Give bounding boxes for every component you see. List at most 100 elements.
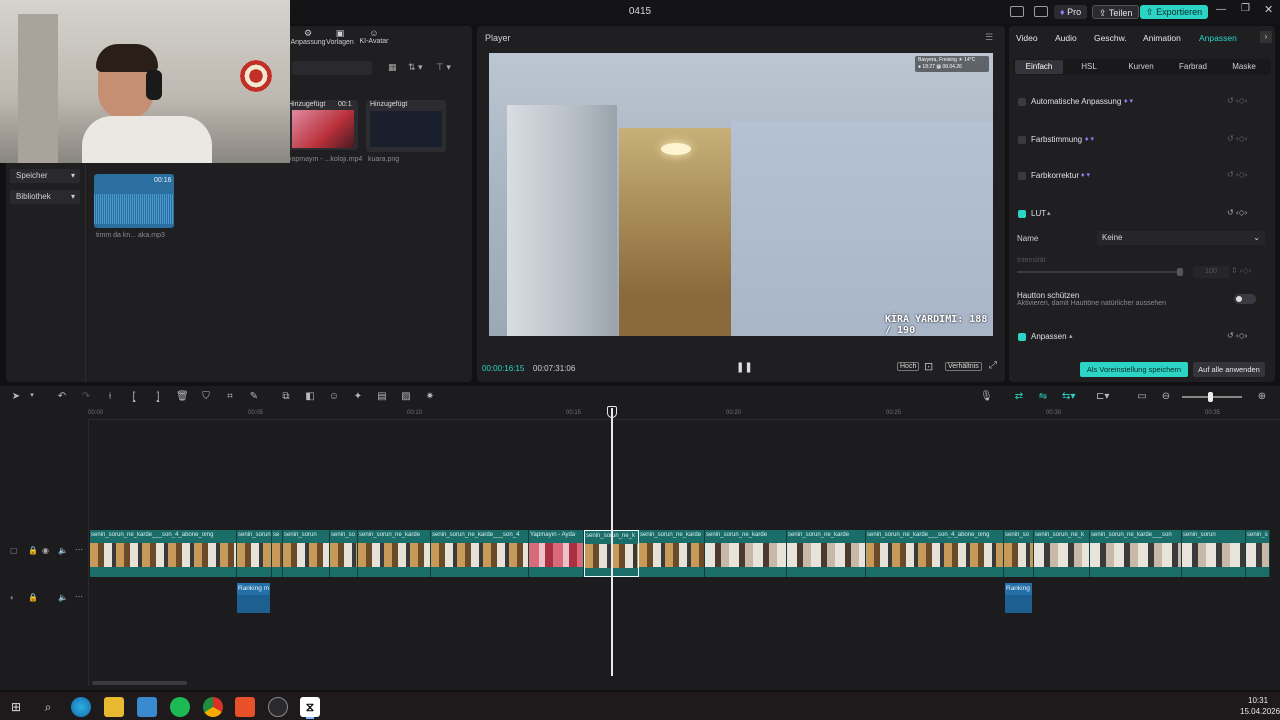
subtab-einfach[interactable]: Einfach — [1015, 60, 1063, 74]
section-color-mood[interactable]: Farbstimmung ♦ ▾ ↺ ‹◇› — [1009, 132, 1275, 148]
filter-icon[interactable]: ⊤ ▾ — [436, 62, 451, 73]
search-icon[interactable]: ⌕ — [38, 697, 58, 717]
timeline-clip[interactable]: senin_sorun — [283, 530, 330, 577]
split-left-icon[interactable]: ⦋ — [128, 391, 140, 402]
quality-button[interactable]: Hoch — [897, 362, 920, 371]
save-preset-button[interactable]: Als Voreinstellung speichern — [1080, 362, 1188, 377]
ratio-button[interactable]: Verhältnis — [945, 362, 982, 371]
section-adjust[interactable]: Anpassen ▴ ↺ ‹◇› — [1009, 329, 1275, 345]
tab-ki-avatar[interactable]: ☺ KI-Avatar — [356, 28, 392, 45]
split-icon[interactable]: ⟊ — [104, 391, 116, 402]
section-lut[interactable]: LUT ▴ ↺ ‹◇› — [1009, 206, 1275, 222]
zoom-out-icon[interactable]: ⊖ — [1160, 391, 1172, 402]
image-icon[interactable]: ▨ — [400, 391, 412, 402]
intensity-slider-handle[interactable] — [1177, 268, 1183, 276]
timeline-clip[interactable]: senin_sorun_ne_karde — [639, 530, 705, 577]
sidebar-item-speicher[interactable]: Speicher ▾ — [10, 169, 80, 183]
ai-icon[interactable]: ✷ — [424, 391, 436, 402]
checkbox-checked[interactable] — [1018, 333, 1026, 341]
close-icon[interactable]: ✕ — [1264, 3, 1273, 16]
select-tool-icon[interactable]: ➤ — [10, 391, 22, 402]
timeline-clip[interactable]: senin_sorun — [237, 530, 272, 577]
snap-icon[interactable]: ⇆▾ — [1062, 391, 1075, 402]
more-icon[interactable]: ⋯ — [75, 545, 83, 554]
playhead-handle[interactable] — [607, 406, 617, 418]
media-search-input[interactable] — [292, 61, 372, 75]
tab-animation[interactable]: Animation — [1143, 33, 1181, 43]
timeline-clip[interactable]: senin_sorun_ne_karde — [358, 530, 431, 577]
minimize-icon[interactable]: — — [1216, 4, 1226, 15]
focus-icon[interactable]: ⊡ — [924, 360, 933, 373]
mirror-icon[interactable]: ◧ — [304, 391, 316, 402]
grid-view-icon[interactable]: ▦ — [388, 62, 397, 73]
timeline-clip[interactable]: senin_sorun_ne_karde___son — [1090, 530, 1182, 577]
sort-icon[interactable]: ⇅ ▾ — [408, 62, 423, 73]
timeline-clip[interactable]: Yapmayın - Ayda — [529, 530, 584, 577]
tab-anpassen[interactable]: Anpassen — [1199, 33, 1237, 43]
media-item[interactable]: Hinzugefügt — [366, 100, 446, 152]
microphone-icon[interactable]: 🎙 — [980, 391, 993, 402]
timeline-clip[interactable]: senin_sorun_ne_karde — [705, 530, 787, 577]
reset-keyframe-icons[interactable]: ↺ ‹◇› — [1227, 208, 1247, 217]
speaker-icon[interactable]: 🔈 — [58, 593, 68, 602]
subtab-farbrad[interactable]: Farbrad — [1167, 60, 1219, 74]
subtab-maske[interactable]: Maske — [1219, 60, 1269, 74]
intensity-value[interactable]: 100 — [1193, 266, 1229, 278]
timeline-clip[interactable]: senin_sorun_ne_karde___son_4_abone_omg — [90, 530, 237, 577]
zoom-in-icon[interactable]: ⊕ — [1256, 391, 1268, 402]
timeline-clip[interactable]: senin_so — [330, 530, 358, 577]
split-right-icon[interactable]: ⦌ — [152, 391, 164, 402]
share-button[interactable]: ⇪ Teilen — [1092, 5, 1140, 19]
redo-icon[interactable]: ↷ — [80, 391, 92, 402]
undo-icon[interactable]: ↶ — [56, 391, 68, 402]
obs-icon[interactable] — [268, 697, 288, 717]
intensity-slider[interactable] — [1017, 271, 1183, 273]
apply-all-button[interactable]: Auf alle anwenden — [1193, 362, 1265, 377]
reset-keyframe-icons[interactable]: ↺ ‹◇› — [1227, 134, 1247, 143]
delete-icon[interactable]: 🗑 — [176, 391, 189, 402]
timeline-scrollbar[interactable] — [92, 681, 187, 685]
reset-keyframe-icons[interactable]: ↺ ‹◇› — [1227, 331, 1247, 340]
fullscreen-icon[interactable]: ⤢ — [989, 360, 997, 371]
magic-icon[interactable]: ✎ — [248, 391, 260, 402]
link-icon[interactable]: ⇋ — [1037, 391, 1049, 402]
section-color-correction[interactable]: Farbkorrektur ♦ ▾ ↺ ‹◇› — [1009, 168, 1275, 184]
reset-keyframe-icons[interactable]: ↺ ‹◇› — [1227, 96, 1247, 105]
zoom-slider-handle[interactable] — [1208, 392, 1213, 402]
timeline-clip[interactable]: se — [272, 530, 283, 577]
shield-icon[interactable]: ⛉ — [200, 391, 212, 402]
tab-video[interactable]: Video — [1016, 33, 1038, 43]
caption-track-icon[interactable]: ▭ — [1136, 391, 1148, 402]
tab-vorlagen[interactable]: ▣ Vorlagen — [326, 28, 354, 46]
freeze-icon[interactable]: ⧉ — [280, 391, 292, 402]
text-clip[interactable]: Ranking m — [237, 583, 270, 613]
lock-icon[interactable]: 🔒 — [28, 546, 38, 555]
person-icon[interactable]: ☺ — [328, 391, 340, 402]
crop-icon[interactable]: ⌗ — [224, 391, 236, 402]
sidebar-item-bibliothek[interactable]: Bibliothek ▾ — [10, 190, 80, 204]
export-button[interactable]: ⇧ Exportieren — [1140, 5, 1209, 19]
lock-icon[interactable]: 🔒 — [28, 593, 38, 602]
checkbox-checked[interactable] — [1018, 210, 1026, 218]
subtab-kurven[interactable]: Kurven — [1115, 60, 1167, 74]
playhead-line[interactable] — [611, 408, 613, 676]
folder-icon[interactable] — [104, 697, 124, 717]
tab-speed[interactable]: Geschw. — [1094, 33, 1127, 43]
eye-icon[interactable]: ◉ — [42, 546, 49, 555]
timeline-clip[interactable]: senin_s — [1246, 530, 1270, 577]
windows-start-icon[interactable]: ⊞ — [6, 697, 26, 717]
timeline-clip[interactable]: senin_sorun — [1182, 530, 1246, 577]
audio-track-icon[interactable]: ◐ — [10, 593, 15, 602]
pause-icon[interactable]: ❚❚ — [736, 362, 753, 373]
capcut-icon[interactable]: ⧖ — [300, 697, 320, 717]
lut-name-select[interactable]: Keine ⌄ — [1097, 231, 1265, 245]
text-clip[interactable]: Ranking — [1005, 583, 1032, 613]
media-item[interactable]: Hinzugefügt 00:1 — [288, 100, 358, 150]
timeline-clip[interactable]: senin_sorun_ne_karde___son_4_abone_omg — [866, 530, 1004, 577]
chevron-down-icon[interactable]: ▾ — [26, 391, 38, 399]
media-item[interactable]: 00:16 — [94, 174, 174, 228]
edge-icon[interactable] — [71, 697, 91, 717]
player-menu-icon[interactable]: ☰ — [985, 32, 993, 43]
skin-protect-toggle[interactable] — [1234, 294, 1256, 304]
menu-icon[interactable] — [1034, 6, 1048, 17]
